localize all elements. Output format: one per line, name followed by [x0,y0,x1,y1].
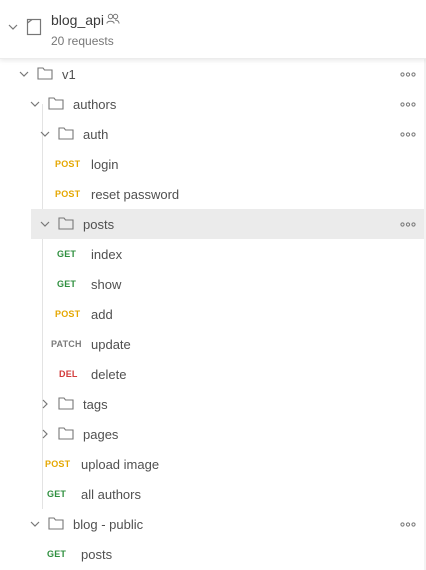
folder-icon [37,67,53,80]
request-label: update [91,337,131,352]
method-badge: GET [47,489,67,499]
chevron-right-icon[interactable] [40,399,50,409]
request-item[interactable]: GET all authors [0,479,426,509]
method-badge: POST [55,159,81,169]
request-item[interactable]: POST login [0,149,426,179]
request-label: all authors [81,487,141,502]
request-count: 20 requests [51,34,114,48]
folder-blog-public[interactable]: blog - public [0,509,426,539]
chevron-down-icon[interactable] [40,129,50,139]
chevron-right-icon[interactable] [40,429,50,439]
users-icon [106,13,120,24]
folder-pages[interactable]: pages [0,419,426,449]
folder-tags[interactable]: tags [0,389,426,419]
request-label: index [91,247,123,262]
folder-icon [58,127,74,140]
request-item[interactable]: GET index [0,239,426,269]
method-badge: POST [55,189,81,199]
folder-authors[interactable]: authors [0,89,426,119]
chevron-down-icon[interactable] [40,219,50,229]
folder-label: auth [83,127,109,142]
folder-icon [58,217,74,230]
folder-label: authors [73,97,117,112]
request-label: login [91,157,119,172]
folder-auth[interactable]: auth [0,119,426,149]
request-item[interactable]: POST reset password [0,179,426,209]
more-options-icon[interactable] [400,522,416,527]
collection-tree: v1 authors auth POST login POST reset pa… [0,59,426,569]
more-options-icon[interactable] [400,132,416,137]
collection-header[interactable]: blog_api 20 requests [0,0,426,59]
request-item[interactable]: GET show [0,269,426,299]
folder-icon [48,97,64,110]
folder-posts[interactable]: posts [31,209,426,239]
request-label: show [91,277,122,292]
method-badge: GET [57,279,77,289]
request-label: posts [81,547,113,562]
more-options-icon[interactable] [400,222,416,227]
folder-v1[interactable]: v1 [0,59,426,89]
method-badge: DEL [59,369,78,379]
method-badge: POST [55,309,81,319]
chevron-down-icon[interactable] [30,99,40,109]
request-label: delete [91,367,127,382]
folder-label: v1 [62,67,76,82]
folder-label: tags [83,397,108,412]
folder-label: blog - public [73,517,144,532]
method-badge: POST [45,459,71,469]
method-badge: GET [47,549,67,559]
request-item[interactable]: PATCH update [0,329,426,359]
request-label: upload image [81,457,160,472]
method-badge: PATCH [51,339,82,349]
collection-title[interactable]: blog_api [51,12,104,28]
collection-icon [26,18,42,36]
request-item[interactable]: DEL delete [0,359,426,389]
method-badge: GET [57,249,77,259]
chevron-down-icon[interactable] [19,69,29,79]
chevron-down-icon[interactable] [30,519,40,529]
chevron-down-icon[interactable] [8,22,18,32]
request-item[interactable]: POST upload image [0,449,426,479]
more-options-icon[interactable] [400,102,416,107]
folder-icon [58,397,74,410]
folder-label: pages [83,427,119,442]
request-label: add [91,307,113,322]
folder-icon [58,427,74,440]
request-item[interactable]: POST add [0,299,426,329]
folder-icon [48,517,64,530]
request-label: reset password [91,187,180,202]
folder-label: posts [83,217,115,232]
request-item[interactable]: GET posts [0,539,426,569]
more-options-icon[interactable] [400,72,416,77]
